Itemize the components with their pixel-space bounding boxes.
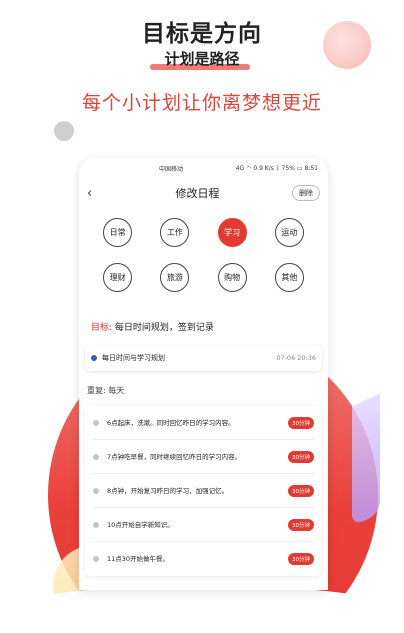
task-text: 6点起床，洗漱。同时回忆昨日的学习内容。	[107, 418, 235, 427]
task-item[interactable]: 8点钟，开始复习昨日的学习，加强记忆。 30分钟	[93, 474, 314, 508]
category-work[interactable]: 工作	[160, 218, 190, 247]
task-text: 10点开始自学新知识。	[107, 520, 174, 529]
decorative-dot	[54, 121, 74, 141]
delete-button[interactable]: 删除	[292, 185, 320, 201]
task-text: 11点30开始做午餐。	[107, 555, 170, 563]
clock: 8:51	[304, 164, 318, 172]
task-dot	[93, 487, 99, 494]
schedule-time: 07-06 20:36	[276, 354, 316, 362]
task-list: 6点起床，洗漱。同时回忆昨日的学习内容。 30分钟 7点钟吃早餐，同时继续回忆昨…	[85, 406, 322, 576]
schedule-name: 每日时间与学习规划	[102, 354, 165, 362]
task-text: 7点钟吃早餐，同时继续回忆昨日的学习内容。	[107, 452, 242, 461]
duration-badge: 30分钟	[288, 518, 314, 531]
network-label: 4G	[235, 164, 245, 172]
title-bar: ‹ 修改日程 删除	[79, 178, 328, 208]
duration-badge: 30分钟	[288, 450, 314, 463]
phone-screen: 中国移动 4G ◠ 0.9 K/s ᛒ 75% ▭ 8:51 ‹ 修改日程 删除…	[79, 158, 328, 590]
task-text: 8点钟，开始复习昨日的学习，加强记忆。	[107, 486, 229, 495]
category-sport[interactable]: 运动	[274, 218, 304, 247]
promo-subhead-wrap: 计划是路径	[0, 48, 404, 71]
promo-subhead: 计划是路径	[164, 50, 240, 68]
category-shopping[interactable]: 购物	[217, 263, 247, 292]
speed-label: 0.9 K/s	[253, 164, 274, 172]
duration-badge: 30分钟	[288, 484, 314, 497]
category-finance[interactable]: 理财	[103, 263, 133, 292]
task-dot	[93, 419, 99, 426]
carrier-label: 中国移动	[159, 165, 184, 173]
goal-value: 每日时间规划，签到记录	[114, 323, 214, 333]
category-travel[interactable]: 旅游	[160, 263, 190, 292]
goal-label: 目标:	[91, 323, 113, 333]
category-grid: 日常 工作 学习 运动 理财 旅游 购物 其他	[79, 208, 328, 292]
task-dot	[93, 556, 99, 562]
back-arrow-icon[interactable]: ‹	[87, 186, 103, 201]
battery-icon: ▭	[296, 164, 303, 172]
repeat-field[interactable]: 重复: 每天	[85, 381, 322, 400]
task-item[interactable]: 6点起床，洗漱。同时回忆昨日的学习内容。 30分钟	[93, 406, 314, 440]
task-dot	[93, 453, 99, 460]
status-bar: 中国移动 4G ◠ 0.9 K/s ᛒ 75% ▭ 8:51	[79, 158, 328, 178]
task-item[interactable]: 7点钟吃早餐，同时继续回忆昨日的学习内容。 30分钟	[93, 440, 314, 474]
schedule-dot	[91, 355, 97, 361]
page-title: 修改日程	[175, 187, 220, 200]
task-item[interactable]: 10点开始自学新知识。 30分钟	[93, 508, 314, 542]
battery-percent: 75%	[281, 164, 295, 172]
promo-tagline: 每个小计划让你离梦想更近	[81, 92, 322, 114]
repeat-value: 每天	[108, 386, 125, 395]
category-daily[interactable]: 日常	[103, 218, 133, 247]
decorative-purple-shape	[352, 393, 380, 527]
schedule-row[interactable]: 每日时间与学习规划 07-06 20:36	[85, 345, 322, 371]
promo-headline: 目标是方向	[142, 21, 262, 47]
task-dot	[93, 521, 99, 528]
repeat-label: 重复:	[87, 386, 106, 395]
goal-field[interactable]: 目标: 每日时间规划，签到记录	[85, 312, 322, 341]
wifi-icon: ◠	[246, 164, 252, 172]
category-other[interactable]: 其他	[274, 263, 304, 292]
duration-badge: 30分钟	[288, 416, 314, 429]
duration-badge: 30分钟	[288, 553, 314, 565]
task-item[interactable]: 11点30开始做午餐。 30分钟	[93, 542, 314, 576]
bluetooth-icon: ᛒ	[275, 164, 280, 172]
category-study[interactable]: 学习	[217, 218, 247, 247]
